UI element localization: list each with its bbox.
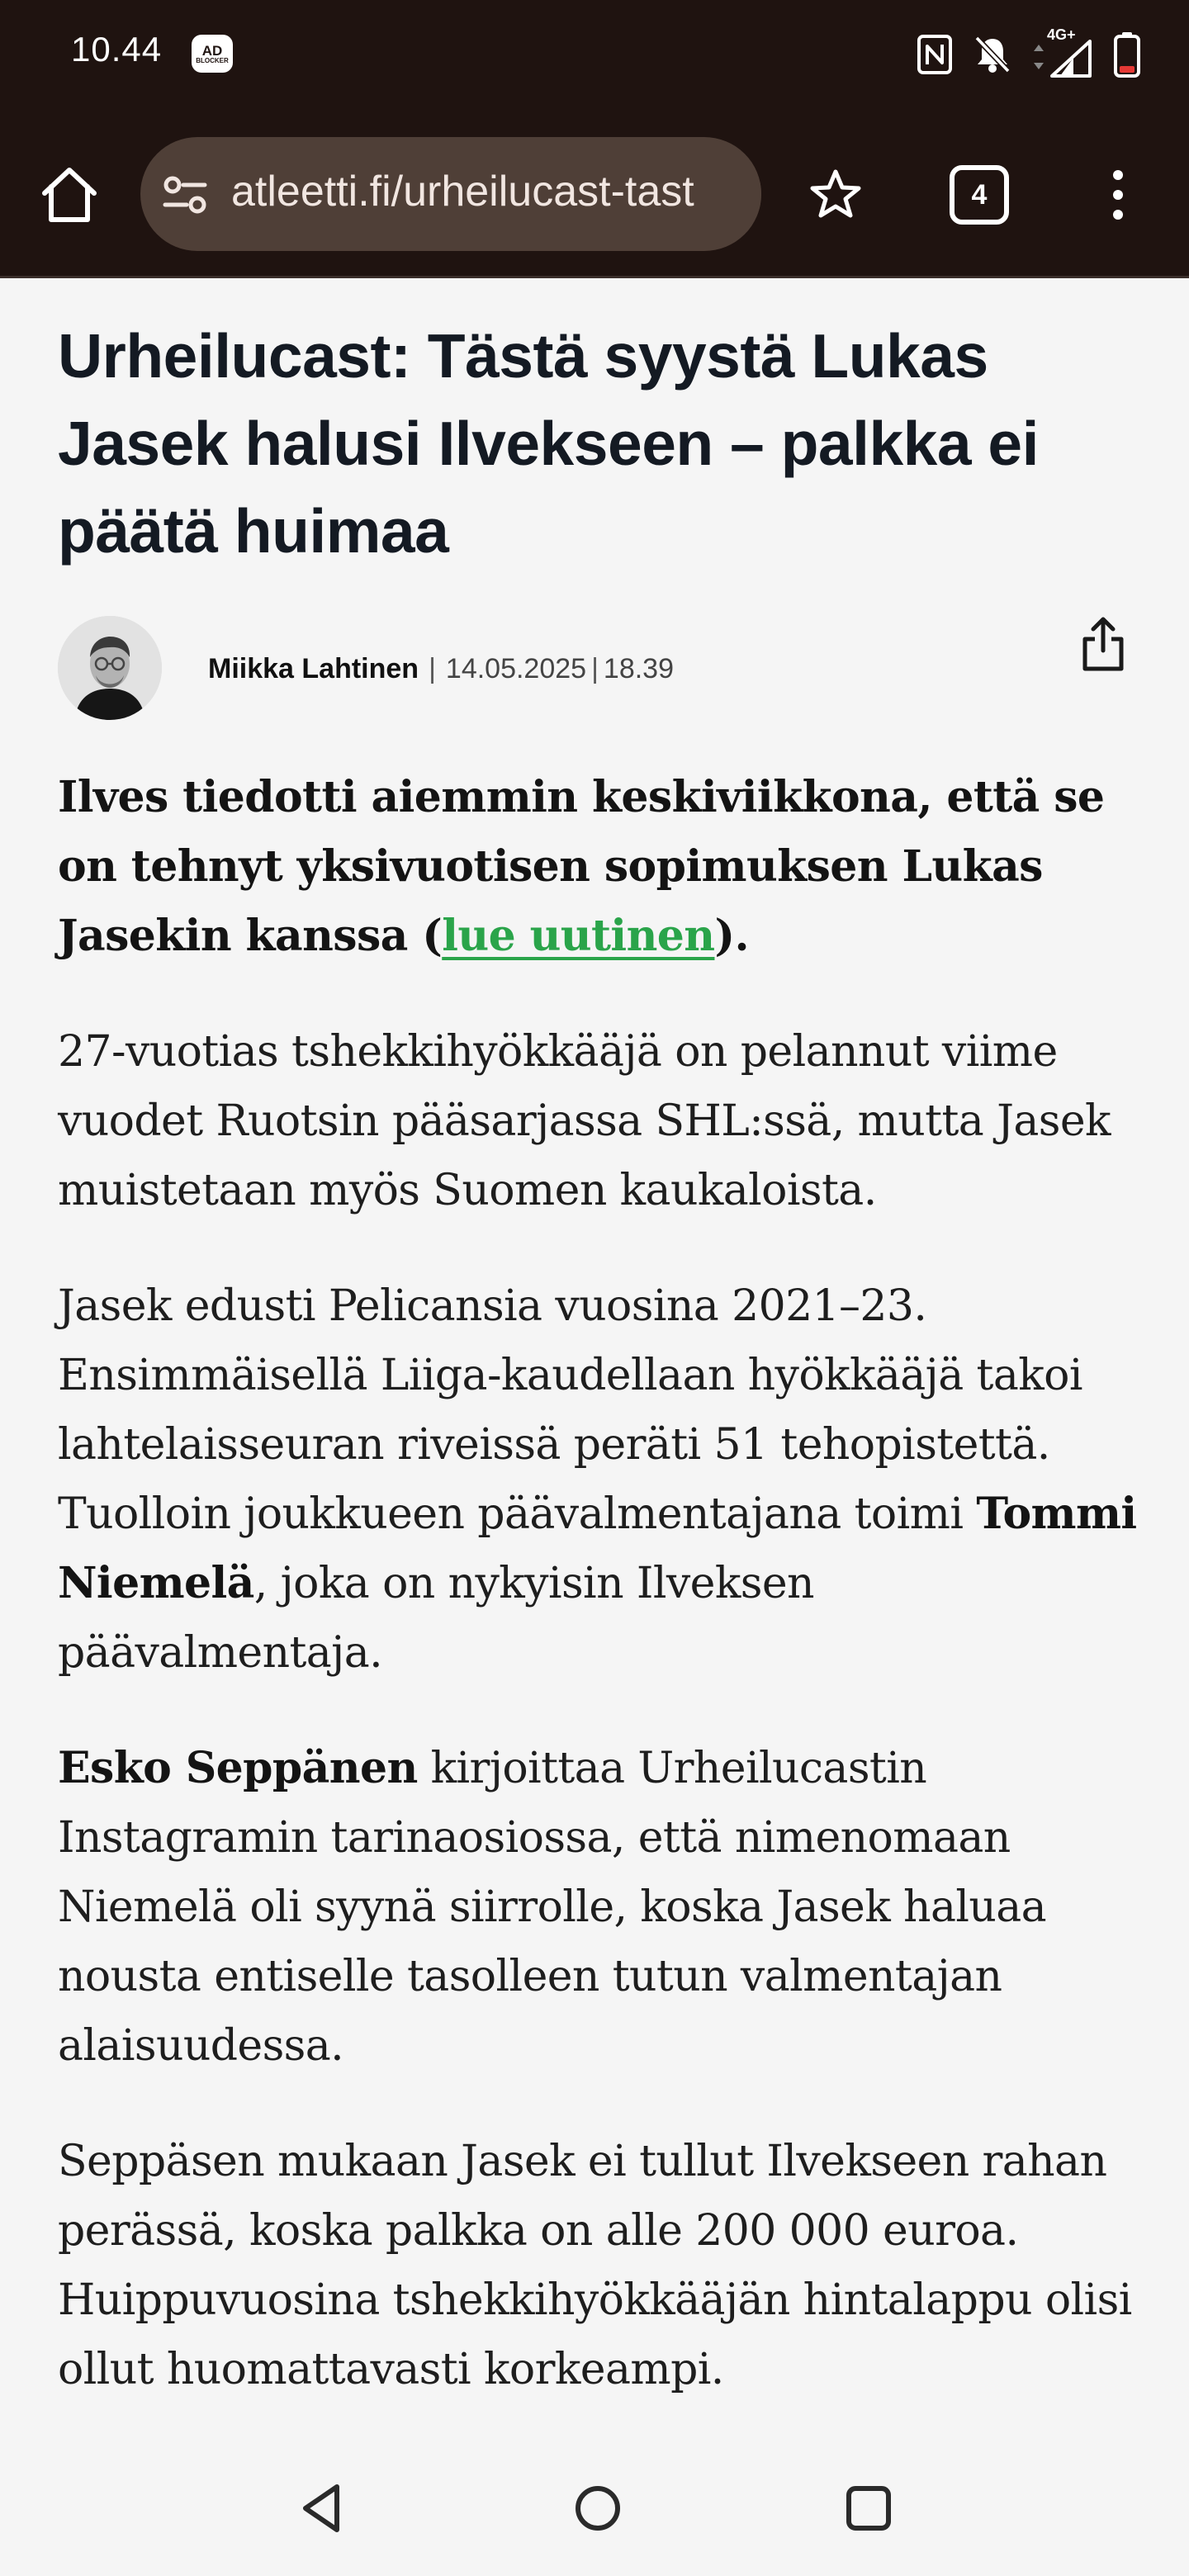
article-paragraph-1: 27-vuotias tshekkihyökkääjä on pelannut … (58, 1027, 1111, 1215)
tab-switcher-button[interactable]: 4 (948, 163, 1011, 226)
nav-recents-icon[interactable] (841, 2480, 897, 2536)
author-avatar[interactable] (58, 616, 162, 720)
url-text[interactable]: atleetti.fi/urheilucast-tast (231, 167, 694, 216)
battery-icon (1114, 32, 1140, 78)
signal-group: 4G+ (1032, 26, 1093, 78)
article-byline: Miikka Lahtinen | 14.05.2025 | 18.39 (208, 649, 674, 689)
url-fade (728, 137, 761, 251)
paragraph-text: Jasek edusti Pelicansia vuosina 2021–23.… (58, 1281, 1082, 1539)
publish-date: 14.05.2025 (445, 652, 587, 684)
notifications-off-icon (974, 36, 1011, 73)
person-name-bold: Esko Seppänen (58, 1743, 418, 1793)
adblocker-icon: AD BLOCKER (192, 35, 233, 73)
adblocker-badge-line1: AD (201, 42, 223, 59)
bookmark-star-icon[interactable] (806, 165, 865, 225)
signal-strength-icon (1050, 40, 1092, 78)
url-bar[interactable]: atleetti.fi/urheilucast-tast (140, 137, 761, 251)
data-arrows-icon (1034, 45, 1044, 69)
publish-time: 18.39 (603, 652, 675, 684)
author-photo (58, 616, 162, 720)
status-icons: 4G+ (917, 26, 1141, 79)
article-headline: Urheilucast: Tästä syystä Lukas Jasek ha… (58, 321, 1039, 566)
nav-home-icon[interactable] (570, 2480, 626, 2536)
nfc-icon (917, 35, 952, 74)
share-icon[interactable] (1078, 614, 1128, 674)
status-bar: 10.44 AD BLOCKER 4G+ (0, 0, 1189, 109)
page-info-icon[interactable] (162, 172, 208, 218)
toolbar-divider (0, 276, 1189, 278)
author-name[interactable]: Miikka Lahtinen (208, 653, 419, 685)
home-icon[interactable] (36, 162, 102, 228)
byline-separator: | (429, 652, 436, 684)
adblocker-badge-line2: BLOCKER (196, 56, 229, 64)
read-news-link[interactable]: lue uutinen (442, 911, 715, 961)
lead-text-end: ). (714, 911, 749, 961)
article-paragraph-4: Seppäsen mukaan Jasek ei tullut Ilveksee… (58, 2137, 1132, 2394)
nav-back-icon[interactable] (296, 2480, 352, 2536)
article-body: Ilves tiedotti aiemmin keskiviikkona, et… (58, 763, 1148, 2451)
article-paragraph-3: Esko Seppänen kirjoittaa Urheilucastin I… (58, 1734, 1148, 2081)
byline-separator: | (591, 652, 599, 684)
tab-count: 4 (971, 178, 988, 211)
overflow-menu-icon[interactable] (1101, 165, 1135, 225)
status-time: 10.44 (71, 30, 163, 69)
article-paragraph-2: Jasek edusti Pelicansia vuosina 2021–23.… (58, 1271, 1148, 1688)
article-lead: Ilves tiedotti aiemmin keskiviikkona, et… (58, 763, 1148, 971)
